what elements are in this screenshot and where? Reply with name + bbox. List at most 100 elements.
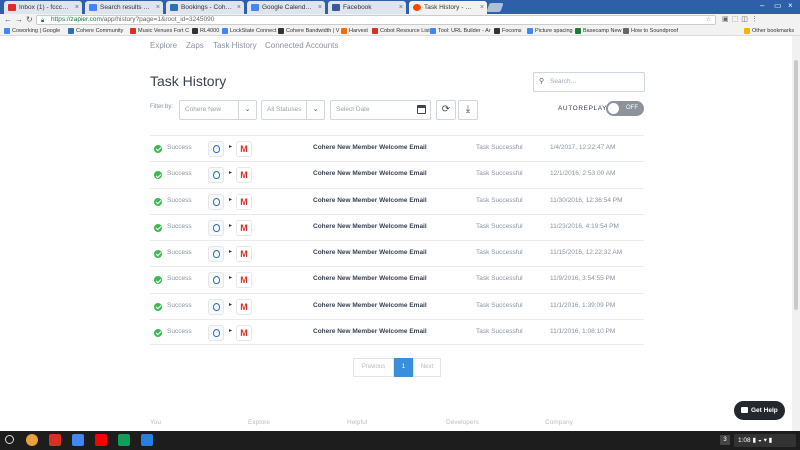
cohere-app-icon <box>208 219 224 236</box>
get-help-label: Get Help <box>751 407 778 414</box>
previous-page-button[interactable]: Previous <box>353 358 394 377</box>
table-row[interactable]: Success ▸ M Cohere New Member Welcome Em… <box>150 292 644 319</box>
browser-tab-calendar[interactable]: Google Calendar - Tue, N × <box>247 1 325 14</box>
subnav-connected-accounts[interactable]: Connected Accounts <box>265 41 338 50</box>
bookmark-item[interactable]: Cobot Resource List <box>372 26 430 36</box>
forward-arrow-icon[interactable]: → <box>15 14 23 26</box>
close-window-icon[interactable]: × <box>788 0 793 12</box>
system-tray[interactable]: 1:08 ▮ ◒ ▾ ▮ <box>734 434 796 447</box>
clock: 1:08 <box>738 437 751 444</box>
drive-icon[interactable] <box>118 434 130 446</box>
bookmark-label: Basecamp New <box>583 28 622 34</box>
docs-icon[interactable] <box>72 434 84 446</box>
row-zap-name[interactable]: Cohere New Member Welcome Email <box>313 328 427 335</box>
subnav-explore[interactable]: Explore <box>150 41 177 50</box>
date-filter-placeholder: Select Date <box>336 106 370 113</box>
subnav-zaps[interactable]: Zaps <box>186 41 204 50</box>
row-date: 11/15/2016, 12:22:32 AM <box>550 249 623 257</box>
bookmark-item[interactable]: Harvest <box>341 26 368 36</box>
subnav-task-history[interactable]: Task History <box>213 41 257 50</box>
bookmark-item[interactable]: Cohere Community <box>68 26 123 36</box>
close-tab-icon[interactable]: × <box>237 1 241 14</box>
row-zap-name[interactable]: Cohere New Member Welcome Email <box>313 275 427 282</box>
close-tab-icon[interactable]: × <box>480 1 484 14</box>
gmail-app-icon: M <box>236 325 252 342</box>
status-filter-select[interactable]: All Statuses ⌄ <box>261 100 325 120</box>
row-task-result: Task Successful <box>476 275 523 283</box>
date-filter-input[interactable]: Select Date <box>330 100 431 120</box>
zap-filter-select[interactable]: Cohere New ⌄ <box>179 100 257 120</box>
browser-tab-bookings[interactable]: Bookings - Cohere × <box>166 1 244 14</box>
row-zap-name[interactable]: Cohere New Member Welcome Email <box>313 302 427 309</box>
youtube-icon[interactable] <box>95 434 107 446</box>
row-task-result: Task Successful <box>476 249 523 257</box>
bookmark-item[interactable]: RL4000 <box>192 26 219 36</box>
bookmark-item[interactable]: Tool: URL Builder - Ar <box>430 26 491 36</box>
next-page-button[interactable]: Next <box>413 358 441 377</box>
search-input[interactable]: ⚲ Search... <box>533 72 645 92</box>
table-row[interactable]: Success ▸ M Cohere New Member Welcome Em… <box>150 240 644 266</box>
current-page-button[interactable]: 1 <box>394 358 413 377</box>
arrow-right-icon: ▸ <box>229 222 233 229</box>
launcher-icon[interactable] <box>5 435 14 444</box>
row-zap-name[interactable]: Cohere New Member Welcome Email <box>313 144 427 151</box>
close-tab-icon[interactable]: × <box>156 1 160 14</box>
bookmark-favicon-icon <box>341 28 347 34</box>
browser-tab-search[interactable]: Search results - Google × <box>85 1 163 14</box>
bookmark-item[interactable]: Music Venues Fort C <box>130 26 189 36</box>
new-tab-button[interactable] <box>486 3 504 12</box>
tab-label: Inbox (1) - fcccoworking@ <box>19 4 70 11</box>
table-row[interactable]: Success ▸ M Cohere New Member Welcome Em… <box>150 161 644 187</box>
table-row[interactable]: Success ▸ M Cohere New Member Welcome Em… <box>150 187 644 214</box>
bookmark-item[interactable]: Focoms <box>494 26 522 36</box>
bookmark-item[interactable]: Picture spacing <box>527 26 573 36</box>
table-row[interactable]: Success ▸ M Cohere New Member Welcome Em… <box>150 213 644 240</box>
chrome-icon[interactable] <box>26 434 38 446</box>
minimize-icon[interactable]: – <box>760 0 764 12</box>
bookmark-star-icon[interactable]: ☆ <box>706 16 711 24</box>
toggle-knob <box>608 103 619 114</box>
table-row[interactable]: Success ▸ M Cohere New Member Welcome Em… <box>150 266 644 292</box>
get-help-button[interactable]: Get Help <box>734 401 785 420</box>
row-status: Success <box>167 301 192 309</box>
back-arrow-icon[interactable]: ← <box>4 14 12 26</box>
bookmark-item[interactable]: LockState Connect <box>222 26 276 36</box>
close-tab-icon[interactable]: × <box>399 1 403 14</box>
address-bar[interactable]: 🔒︎ https://zapier.com/app/history?page=1… <box>36 15 716 25</box>
scrollbar-thumb[interactable] <box>794 60 798 310</box>
gmail-icon[interactable] <box>49 434 61 446</box>
arrow-right-icon: ▸ <box>229 301 233 308</box>
bookmark-item[interactable]: Coworking | Google <box>4 26 60 36</box>
bookmark-item[interactable]: How to Soundproof <box>623 26 678 36</box>
close-tab-icon[interactable]: × <box>318 1 322 14</box>
browser-tab-task-history[interactable]: Task History - Zapier × <box>409 1 487 14</box>
other-bookmarks[interactable]: Other bookmarks <box>744 26 794 36</box>
row-zap-name[interactable]: Cohere New Member Welcome Email <box>313 197 427 204</box>
bookmark-item[interactable]: Basecamp New <box>575 26 622 36</box>
page-title: Task History <box>150 73 227 89</box>
tray-status-icons: ▮ ◒ ▾ ▮ <box>752 437 773 444</box>
refresh-button[interactable]: ⟳ <box>436 100 456 120</box>
browser-tab-facebook[interactable]: Facebook × <box>328 1 406 14</box>
table-row[interactable]: Success ▸ M Cohere New Member Welcome Em… <box>150 319 644 346</box>
reload-icon[interactable]: ↻ <box>26 14 33 26</box>
table-row[interactable]: Success ▸ M Cohere New Member Welcome Em… <box>150 135 644 161</box>
close-tab-icon[interactable]: × <box>75 1 79 14</box>
row-zap-name[interactable]: Cohere New Member Welcome Email <box>313 249 427 256</box>
bookmark-favicon-icon <box>68 28 74 34</box>
row-zap-name[interactable]: Cohere New Member Welcome Email <box>313 223 427 230</box>
footer-heading-you: You <box>150 419 161 426</box>
row-status: Success <box>167 328 192 336</box>
autoreplay-toggle[interactable]: OFF <box>606 101 644 116</box>
arrow-right-icon: ▸ <box>229 196 233 203</box>
download-button[interactable]: ⤓ <box>458 100 478 120</box>
notification-badge[interactable]: 3 <box>720 435 730 445</box>
browser-tab-inbox[interactable]: Inbox (1) - fcccoworking@ × <box>4 1 82 14</box>
bookmark-item[interactable]: Cohere Bandwidth | V <box>278 26 339 36</box>
maximize-icon[interactable]: ▭ <box>774 0 782 12</box>
row-zap-name[interactable]: Cohere New Member Welcome Email <box>313 170 427 177</box>
tab-label: Google Calendar - Tue, N <box>262 4 313 11</box>
row-date: 1/4/2017, 12:22:47 AM <box>550 144 616 151</box>
files-icon[interactable] <box>141 434 153 446</box>
extension-icons[interactable]: ▣⬚◫⋮ <box>722 15 761 25</box>
